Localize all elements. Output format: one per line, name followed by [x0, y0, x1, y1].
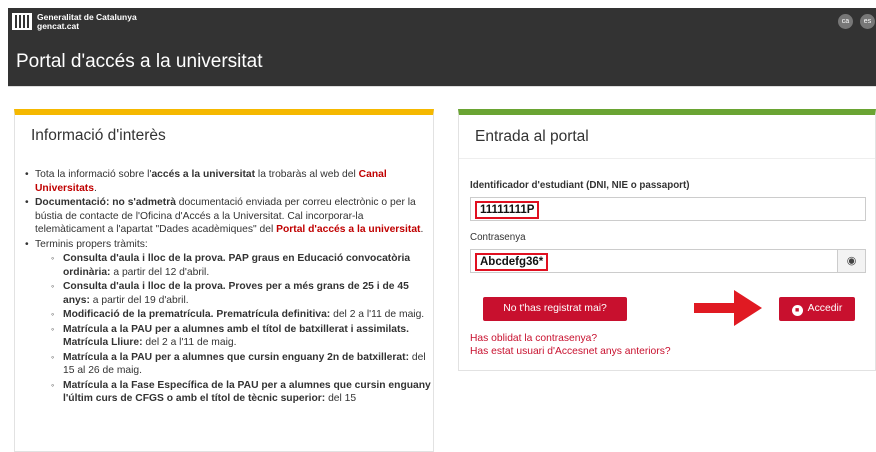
portal-acces-link[interactable]: Portal d'accés a la universitat — [276, 224, 420, 235]
deadline-item: Matrícula a la Fase Específica de la PAU… — [35, 379, 433, 406]
deadline-title: Matrícula a la Fase Específica de la PAU… — [63, 379, 431, 405]
info-strong: accés a la universitat — [151, 169, 256, 180]
former-user-link[interactable]: Has estat usuari d'Accesnet anys anterio… — [470, 346, 671, 357]
info-strong: Documentació: — [35, 197, 110, 208]
deadline-item: Consulta d'aula i lloc de la prova. Prov… — [35, 280, 433, 307]
deadline-item: Matrícula a la PAU per a alumnes amb el … — [35, 323, 433, 350]
info-panel-title: Informació d'interès — [31, 127, 166, 144]
info-strong: no s'admetrà — [109, 197, 176, 208]
site-header: Generalitat de Catalunya gencat.cat Port… — [8, 8, 876, 86]
deadline-date: del 2 a l'11 de maig. — [142, 337, 237, 348]
info-text: . — [93, 182, 97, 194]
language-ca-button[interactable]: ca — [838, 14, 853, 29]
student-id-value: 11111111P — [475, 201, 540, 219]
lock-icon: ■ — [791, 305, 803, 316]
password-input[interactable]: Abcdefg36* ◉ — [470, 249, 866, 273]
deadline-date: a partir del 12 d'abril. — [110, 266, 210, 278]
header-divider — [8, 86, 876, 87]
panel-divider — [459, 158, 875, 159]
deadline-item: Modificació de la prematrícula. Prematrí… — [35, 308, 433, 322]
info-text: Tota la informació sobre l' — [35, 169, 152, 180]
page-title: Portal d'accés a la universitat — [16, 51, 263, 72]
register-button[interactable]: No t'has registrat mai? Registra't — [483, 297, 627, 338]
language-es-button[interactable]: es — [860, 14, 875, 29]
generalitat-logo-icon[interactable] — [12, 13, 32, 30]
info-item: Tota la informació sobre l'accés a la un… — [21, 168, 433, 195]
deadline-title: Modificació de la prematrícula. Prematrí… — [63, 309, 331, 320]
deadline-date: del 15 — [325, 393, 357, 404]
student-id-label: Identificador d'estudiant (DNI, NIE o pa… — [470, 180, 690, 191]
brand-domain: gencat.cat — [37, 21, 80, 31]
login-panel: Entrada al portal Identificador d'estudi… — [458, 109, 876, 371]
deadlines-list: Consulta d'aula i lloc de la prova. PAP … — [35, 252, 433, 406]
login-panel-title: Entrada al portal — [475, 128, 589, 145]
deadline-title: Matrícula a la PAU per a alumnes que cur… — [63, 351, 410, 363]
deadline-item: Consulta d'aula i lloc de la prova. PAP … — [35, 252, 433, 279]
password-label: Contrasenya — [470, 232, 526, 243]
info-item: Documentació: no s'admetrà documentació … — [21, 196, 433, 237]
password-value: Abcdefg36* — [475, 253, 549, 271]
forgot-password-link[interactable]: Has oblidat la contrasenya? — [470, 333, 597, 344]
info-text: la trobaràs al web del — [255, 169, 359, 180]
eye-icon[interactable]: ◉ — [837, 250, 865, 272]
right-arrow-icon — [694, 290, 762, 326]
info-panel: Informació d'interès Tota la informació … — [14, 109, 434, 452]
info-text: . — [420, 224, 424, 235]
login-button-label: Accedir — [807, 303, 843, 314]
login-button[interactable]: ■ Accedir — [779, 297, 855, 321]
deadline-date: a partir del 19 d'abril. — [89, 294, 189, 306]
deadline-item: Matrícula a la PAU per a alumnes que cur… — [35, 351, 433, 378]
info-list: Tota la informació sobre l'accés a la un… — [21, 168, 433, 407]
info-text: Terminis propers tràmits: — [35, 238, 148, 250]
brand-text[interactable]: Generalitat de Catalunya gencat.cat — [37, 13, 137, 31]
deadline-date: del 2 a l'11 de maig. — [330, 309, 425, 320]
info-item: Terminis propers tràmits: Consulta d'aul… — [21, 238, 433, 406]
student-id-input[interactable]: 11111111P — [470, 197, 866, 221]
